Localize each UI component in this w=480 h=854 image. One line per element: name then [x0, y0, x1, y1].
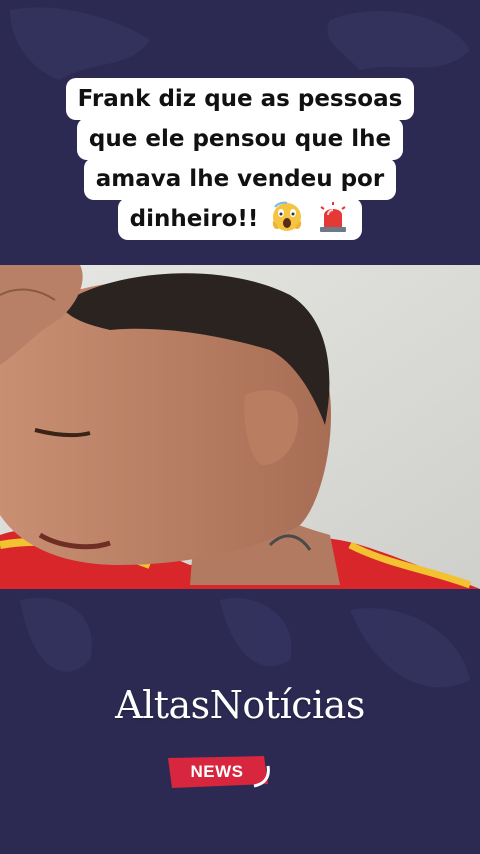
caption-block: Frank diz que as pessoas que ele pensou …: [0, 78, 480, 240]
brand-logo-text: AltasNotícias: [115, 683, 365, 727]
video-frame-photo: [0, 265, 480, 589]
caption-line-4-text: dinheiro!!: [129, 206, 259, 232]
caption-line-1: Frank diz que as pessoas: [65, 78, 415, 120]
caption-line-3: amava lhe vendeu por: [83, 158, 397, 200]
news-badge: NEWS: [164, 754, 270, 790]
police-light-icon: [320, 202, 347, 232]
man-crying-illustration: [0, 265, 480, 589]
caption-line-2: que ele pensou que lhe: [76, 118, 404, 160]
screaming-face-icon: [273, 201, 302, 231]
caption-line-4: dinheiro!!: [117, 198, 363, 240]
news-badge-label: NEWS: [190, 762, 244, 781]
